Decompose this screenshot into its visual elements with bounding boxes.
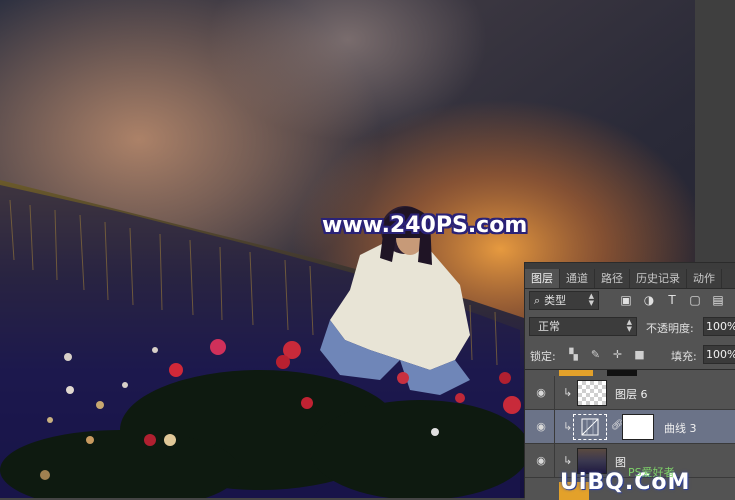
tab-layers[interactable]: 图层 — [525, 269, 560, 288]
tab-actions[interactable]: 动作 — [687, 269, 722, 288]
fill-input[interactable]: 100% — [703, 345, 735, 364]
shape-filter-icon[interactable]: ▢ — [688, 293, 702, 307]
type-filter-icon[interactable]: T — [665, 293, 679, 307]
blend-mode-value: 正常 — [538, 320, 560, 333]
blend-mode-select[interactable]: 正常 ▲ ▼ — [529, 317, 637, 336]
divider — [554, 410, 555, 443]
spinner-icon: ▲ ▼ — [588, 292, 594, 307]
adjustment-filter-icon[interactable]: ◑ — [642, 293, 656, 307]
divider — [554, 376, 555, 409]
tab-channels[interactable]: 通道 — [560, 269, 595, 288]
eye-icon[interactable]: ◉ — [534, 387, 548, 399]
opacity-label: 不透明度: — [646, 322, 694, 335]
opacity-input[interactable]: 100% — [703, 317, 735, 336]
site-watermark-cn: PS爱好者 — [628, 466, 675, 479]
tab-paths[interactable]: 路径 — [595, 269, 630, 288]
lock-position-icon[interactable]: ✛ — [611, 348, 624, 361]
smart-object-filter-icon[interactable]: ▤ — [711, 293, 725, 307]
filter-kind-select[interactable]: ⌕ 类型 ▲ ▼ — [529, 291, 599, 310]
layer-mask-thumbnail[interactable] — [622, 414, 654, 440]
layer-filter-row: ⌕ 类型 ▲ ▼ ▣ ◑ T ▢ ▤ — [525, 289, 735, 313]
layer-thumbnail[interactable] — [577, 380, 607, 406]
blend-opacity-row: 正常 ▲ ▼ 不透明度: 100% — [525, 315, 735, 339]
clipping-arrow-icon: ↳ — [563, 454, 573, 467]
eye-icon[interactable]: ◉ — [534, 421, 548, 433]
divider — [554, 444, 555, 477]
lock-fill-row: 锁定: ▚ ✎ ✛ ■ 填充: 100% — [525, 343, 735, 367]
panel-tab-bar: 图层 通道 路径 历史记录 动作 — [525, 269, 735, 289]
clipping-arrow-icon: ↳ — [563, 420, 573, 433]
clipping-arrow-icon: ↳ — [563, 386, 573, 399]
eye-icon[interactable]: ◉ — [534, 455, 548, 467]
fill-label: 填充: — [671, 350, 697, 363]
lock-image-pixels-icon[interactable]: ✎ — [589, 348, 602, 361]
lock-transparent-pixels-icon[interactable]: ▚ — [567, 348, 580, 361]
lock-all-icon[interactable]: ■ — [633, 348, 646, 361]
image-filter-icon[interactable]: ▣ — [619, 293, 633, 307]
curves-adjustment-icon[interactable] — [573, 414, 607, 440]
lock-label: 锁定: — [530, 350, 556, 363]
layer-name[interactable]: 图层 6 — [615, 386, 648, 402]
layer-name[interactable]: 曲线 3 — [664, 420, 697, 436]
curves-graph-icon — [581, 418, 599, 436]
layer-row-curves-3[interactable]: ◉ ↳ 🔗︎ 曲线 3 — [525, 410, 735, 444]
tab-history[interactable]: 历史记录 — [630, 269, 687, 288]
watermark-text: www.240PS.com — [322, 213, 528, 238]
search-icon: ⌕ — [534, 294, 541, 307]
filter-kind-label: 类型 — [544, 294, 567, 307]
spinner-icon: ▲ ▼ — [626, 318, 632, 333]
layer-row-layer-6[interactable]: ◉ ↳ 图层 6 — [525, 376, 735, 410]
layers-panel: 图层 通道 路径 历史记录 动作 ⌕ 类型 ▲ ▼ ▣ ◑ T ▢ ▤ 正常 ▲ ▼ … — [524, 262, 735, 500]
layer-name[interactable]: 图 — [615, 454, 626, 470]
